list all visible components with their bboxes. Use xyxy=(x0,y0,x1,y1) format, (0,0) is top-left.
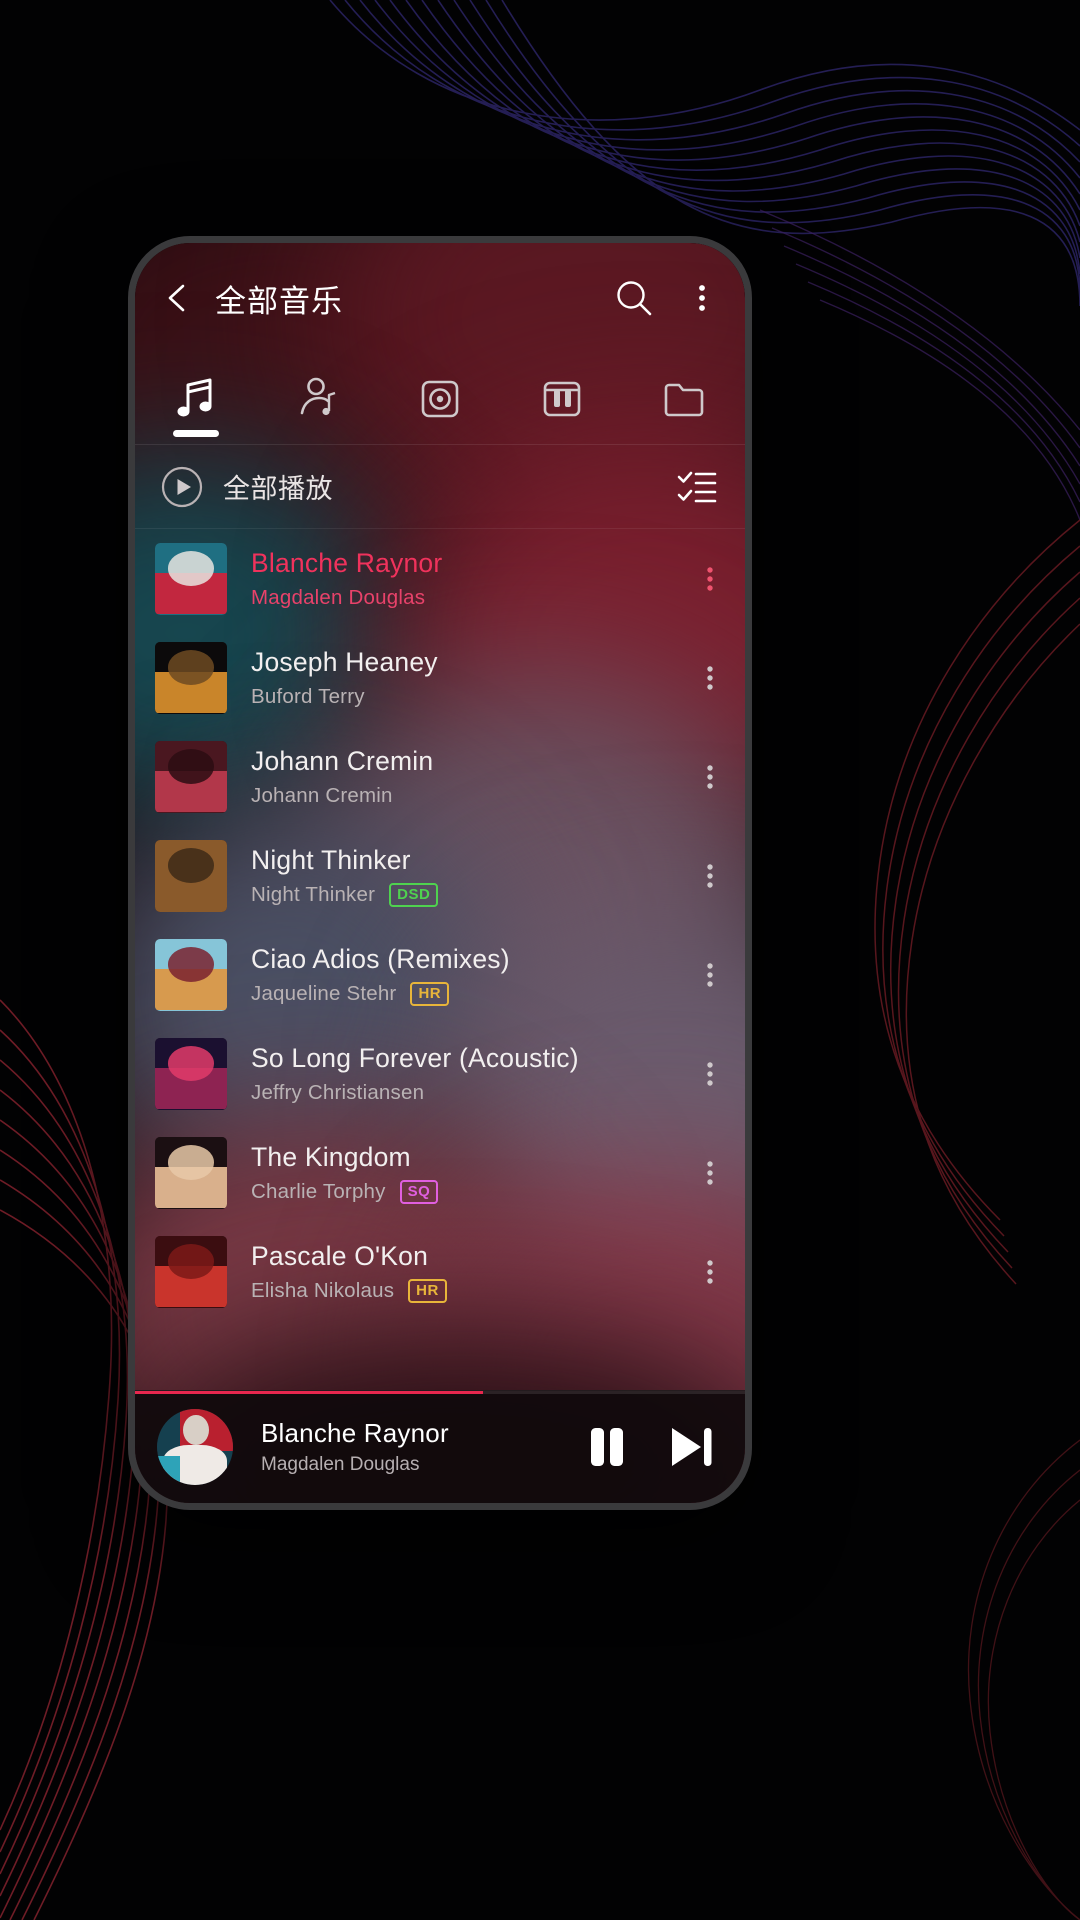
phone-screen: 全部音乐 全部播放 Blanche Raynor Magdalen Dougla… xyxy=(135,243,745,1503)
track-title: Joseph Heaney xyxy=(251,646,438,677)
page-title: 全部音乐 xyxy=(215,283,343,319)
folder-icon xyxy=(656,371,712,427)
play-circle-icon[interactable] xyxy=(161,466,203,508)
track-artist: Night Thinker xyxy=(251,883,376,907)
tab-albums[interactable] xyxy=(379,353,501,445)
mini-player-bar[interactable]: Blanche Raynor Magdalen Douglas xyxy=(135,1390,745,1503)
track-row[interactable]: So Long Forever (Acoustic) Jeffry Christi… xyxy=(135,1024,745,1123)
quality-badge: DSD xyxy=(389,882,439,908)
tab-artists[interactable] xyxy=(257,353,379,445)
track-meta: The Kingdom Charlie Torphy SQ xyxy=(251,1141,683,1205)
track-subline: Charlie Torphy SQ xyxy=(251,1179,683,1205)
track-overflow-icon[interactable] xyxy=(693,655,727,701)
track-row[interactable]: Blanche Raynor Magdalen Douglas xyxy=(135,529,745,628)
track-subline: Buford Terry xyxy=(251,685,683,709)
phone-device-frame: 全部音乐 全部播放 Blanche Raynor Magdalen Dougla… xyxy=(128,236,752,1510)
track-subline: Night Thinker DSD xyxy=(251,882,683,908)
track-overflow-icon[interactable] xyxy=(693,1150,727,1196)
track-album-art xyxy=(155,839,227,912)
track-meta: Joseph Heaney Buford Terry xyxy=(251,646,683,709)
track-title: So Long Forever (Acoustic) xyxy=(251,1042,579,1073)
track-overflow-icon[interactable] xyxy=(693,754,727,800)
track-artist: Jaqueline Stehr xyxy=(251,982,397,1006)
track-row[interactable]: Ciao Adios (Remixes) Jaqueline Stehr HR xyxy=(135,925,745,1024)
mini-player-artist: Magdalen Douglas xyxy=(261,1454,420,1475)
playback-progress-fill xyxy=(135,1391,483,1394)
music-note-icon xyxy=(168,371,224,427)
track-subline: Johann Cremin xyxy=(251,784,683,808)
mini-player-title: Blanche Raynor xyxy=(261,1418,449,1448)
playback-progress-track[interactable] xyxy=(135,1391,745,1394)
track-row[interactable]: Joseph Heaney Buford Terry xyxy=(135,628,745,727)
track-overflow-icon[interactable] xyxy=(693,556,727,602)
play-all-label: 全部播放 xyxy=(223,474,333,504)
track-album-art xyxy=(155,1235,227,1308)
active-tab-underline xyxy=(173,429,219,437)
track-overflow-icon[interactable] xyxy=(693,952,727,998)
track-artist: Johann Cremin xyxy=(251,784,393,808)
track-title: The Kingdom xyxy=(251,1141,411,1172)
back-button[interactable] xyxy=(159,280,195,316)
track-album-art xyxy=(155,740,227,813)
track-row[interactable]: Ciao Adios (Remixes)Willis Osinski xyxy=(135,1321,745,1322)
track-overflow-icon[interactable] xyxy=(693,1249,727,1295)
quality-badge: HR xyxy=(410,981,450,1007)
track-album-art xyxy=(155,1136,227,1209)
piano-keys-icon xyxy=(534,371,590,427)
tab-genres[interactable] xyxy=(501,353,623,445)
track-row[interactable]: Johann Cremin Johann Cremin xyxy=(135,727,745,826)
track-subline: Jeffry Christiansen xyxy=(251,1081,683,1105)
play-all-row[interactable]: 全部播放 xyxy=(135,445,745,529)
track-album-art xyxy=(155,542,227,615)
track-meta: Night Thinker Night Thinker DSD xyxy=(251,844,683,908)
track-row[interactable]: Night Thinker Night Thinker DSD xyxy=(135,826,745,925)
track-album-art xyxy=(155,1037,227,1110)
more-vertical-icon[interactable] xyxy=(685,275,719,321)
app-header: 全部音乐 xyxy=(135,243,745,353)
track-subline: Elisha Nikolaus HR xyxy=(251,1278,683,1304)
track-artist: Buford Terry xyxy=(251,685,365,709)
track-artist: Jeffry Christiansen xyxy=(251,1081,425,1105)
track-overflow-icon[interactable] xyxy=(693,1051,727,1097)
track-title: Ciao Adios (Remixes) xyxy=(251,943,510,974)
library-tabs xyxy=(135,353,745,445)
track-overflow-icon[interactable] xyxy=(693,853,727,899)
track-album-art xyxy=(155,641,227,714)
tab-folders[interactable] xyxy=(623,353,745,445)
artist-icon xyxy=(290,371,346,427)
track-list[interactable]: Blanche Raynor Magdalen Douglas Joseph Hea… xyxy=(135,529,745,1322)
track-album-art xyxy=(155,938,227,1011)
track-meta: Johann Cremin Johann Cremin xyxy=(251,745,683,808)
track-subline: Magdalen Douglas xyxy=(251,586,683,610)
track-artist: Elisha Nikolaus xyxy=(251,1279,395,1303)
track-row[interactable]: Pascale O'Kon Elisha Nikolaus HR xyxy=(135,1222,745,1321)
pause-icon[interactable] xyxy=(579,1419,635,1475)
search-icon[interactable] xyxy=(611,275,657,321)
quality-badge: HR xyxy=(408,1278,447,1304)
track-subline: Jaqueline Stehr HR xyxy=(251,981,683,1007)
track-title: Johann Cremin xyxy=(251,745,434,776)
quality-badge: SQ xyxy=(399,1179,439,1205)
mini-player-album-art[interactable] xyxy=(157,1409,233,1485)
album-disc-icon xyxy=(412,371,468,427)
track-title: Blanche Raynor xyxy=(251,547,443,578)
track-artist: Magdalen Douglas xyxy=(251,586,426,610)
track-artist: Charlie Torphy xyxy=(251,1180,386,1204)
mini-player-meta: Blanche Raynor Magdalen Douglas xyxy=(261,1418,579,1476)
track-row[interactable]: The Kingdom Charlie Torphy SQ xyxy=(135,1123,745,1222)
tab-songs[interactable] xyxy=(135,353,257,445)
checklist-icon[interactable] xyxy=(675,465,719,509)
track-meta: So Long Forever (Acoustic) Jeffry Christi… xyxy=(251,1042,683,1105)
track-meta: Ciao Adios (Remixes) Jaqueline Stehr HR xyxy=(251,943,683,1007)
track-title: Night Thinker xyxy=(251,844,411,875)
skip-next-icon[interactable] xyxy=(663,1419,719,1475)
track-meta: Blanche Raynor Magdalen Douglas xyxy=(251,547,683,610)
track-meta: Pascale O'Kon Elisha Nikolaus HR xyxy=(251,1240,683,1304)
track-title: Pascale O'Kon xyxy=(251,1240,429,1271)
